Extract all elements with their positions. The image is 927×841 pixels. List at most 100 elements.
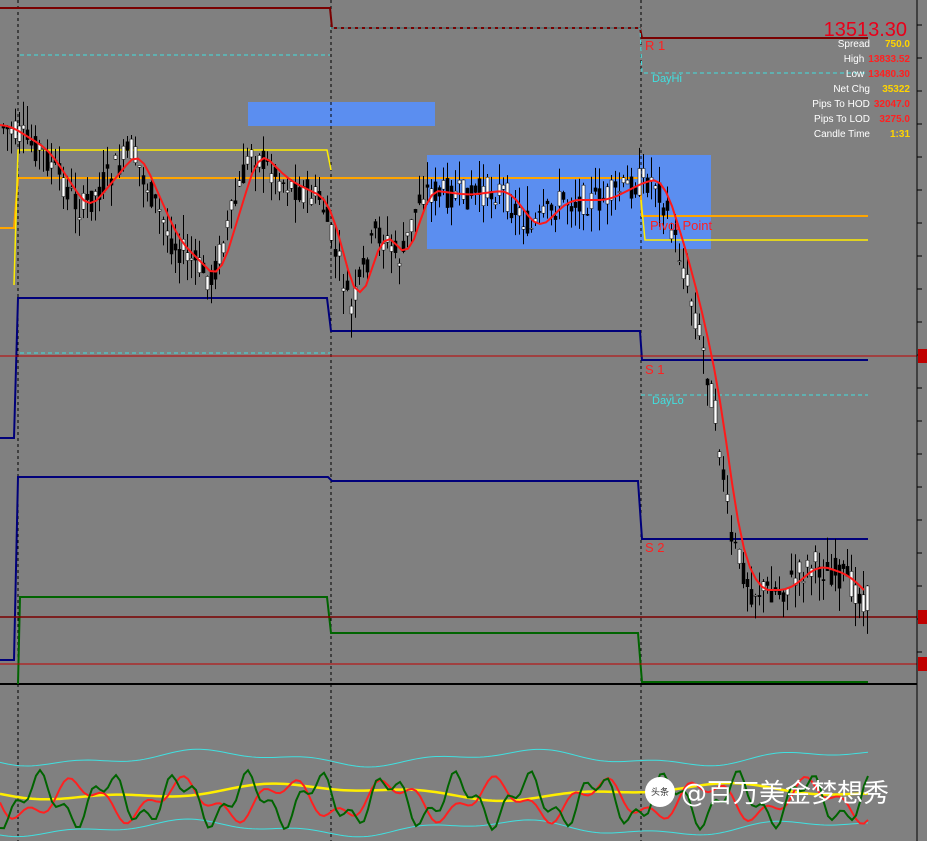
candle [837, 559, 842, 611]
candle [161, 216, 166, 246]
candle [193, 238, 198, 285]
candle-body [377, 227, 382, 244]
candle-body [133, 146, 138, 163]
candle-body [861, 594, 866, 612]
candle [181, 214, 186, 265]
candle-body [841, 563, 846, 569]
candle-body [65, 186, 70, 200]
candle-body [121, 145, 126, 160]
s1-label: S 1 [645, 362, 665, 377]
candle [861, 571, 866, 627]
candle [185, 233, 190, 281]
candle [353, 269, 358, 318]
candle-body [781, 592, 786, 602]
candle-body [681, 267, 686, 279]
candle-body [49, 161, 54, 169]
candle-body [29, 141, 34, 146]
candle-body [857, 593, 862, 604]
moving-average [0, 124, 865, 591]
candle-body [801, 581, 806, 584]
candle-body [345, 280, 350, 290]
candle-body [725, 494, 730, 502]
candle [89, 190, 94, 221]
candle-body [413, 209, 418, 213]
candle-body [713, 400, 718, 424]
info-row: Pips To HOD 32047.0 [790, 99, 910, 114]
candle [145, 183, 150, 202]
info-row: Low 13480.30 [790, 69, 910, 84]
chart-canvas[interactable] [0, 0, 927, 841]
candle-body [805, 559, 810, 568]
watermark: 头条 @百万美金梦想秀 [645, 773, 889, 810]
candle [157, 195, 162, 234]
day-separators [17, 0, 642, 841]
candle-body [173, 243, 178, 251]
candle-body [329, 224, 334, 241]
candle-body [369, 233, 374, 236]
candle-body [797, 561, 802, 574]
candle [361, 245, 366, 278]
candle [697, 313, 702, 340]
candle-body [397, 263, 402, 267]
candle-body [653, 185, 658, 190]
candle-body [245, 156, 250, 165]
candle-body [309, 198, 314, 205]
candle [845, 548, 850, 577]
candle-body [769, 590, 774, 603]
candle [213, 246, 218, 290]
candle [865, 585, 870, 634]
candle-body [421, 198, 426, 205]
candle [149, 180, 154, 209]
candle-body [549, 204, 554, 211]
candle-body [349, 305, 354, 315]
candle-body [501, 184, 506, 190]
candle [5, 125, 10, 151]
candle-body [497, 183, 502, 196]
info-row: Pips To LOD 3275.0 [790, 114, 910, 129]
candle-body [105, 164, 110, 169]
candle [221, 240, 226, 257]
candle [281, 179, 286, 193]
candle-body [853, 584, 858, 604]
candle [113, 153, 118, 160]
candle-body [45, 150, 50, 171]
candle-body [169, 238, 174, 255]
candle [73, 172, 78, 234]
info-row-value: 13833.52 [868, 54, 910, 65]
candle-body [125, 141, 130, 151]
candle [405, 232, 410, 248]
candle-body [537, 211, 542, 213]
candle [309, 184, 314, 206]
candle-body [745, 579, 750, 588]
watermark-text: @百万美金梦想秀 [681, 779, 890, 809]
candle-body [585, 214, 590, 216]
candle-body [357, 269, 362, 278]
candle-body [505, 182, 510, 212]
candle [781, 590, 786, 618]
candle [417, 175, 422, 206]
candle [717, 449, 722, 466]
candle-body [365, 259, 370, 273]
candle-body [665, 200, 670, 211]
info-row-label: Net Chg [833, 84, 870, 95]
candle-body [557, 191, 562, 207]
trading-chart[interactable]: R 1 DayHi Pivot Point S 1 DayLo S 2 1351… [0, 0, 927, 841]
info-row-value: 13480.30 [868, 69, 910, 80]
candle-body [17, 125, 22, 142]
candle [357, 266, 362, 285]
pivot-point-label: Pivot Point [650, 218, 713, 233]
candle [833, 538, 838, 592]
candle-body [277, 181, 282, 193]
dayhi-label: DayHi [652, 73, 682, 85]
candle [125, 135, 130, 158]
candle-body [225, 220, 230, 228]
pivot-s3-line [17, 596, 868, 685]
toutiao-logo-icon: 头条 [645, 776, 675, 807]
candle-body [457, 179, 462, 185]
candle-body [281, 182, 286, 184]
daylo-label: DayLo [652, 395, 684, 407]
candle [33, 125, 38, 167]
candle-body [605, 186, 610, 205]
candle [821, 559, 826, 600]
candle [729, 515, 734, 555]
